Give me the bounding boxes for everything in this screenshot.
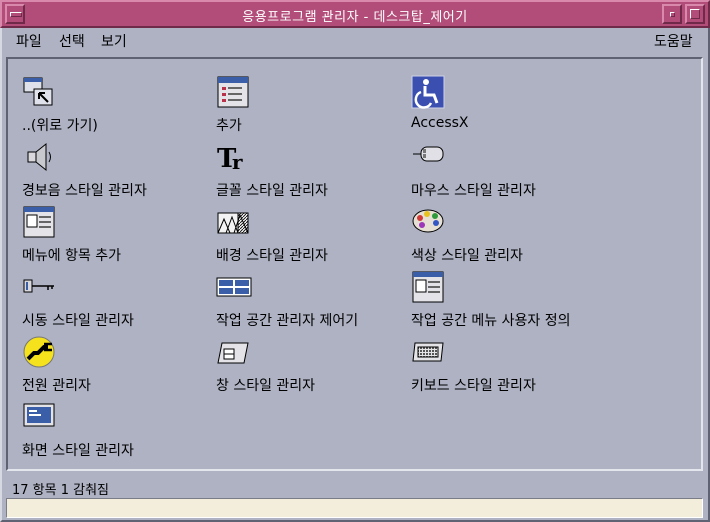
item-accessx[interactable]: AccessX (411, 75, 601, 135)
item-label: 작업 공간 관리자 제어기 (216, 313, 359, 329)
status-bar: 17 항목 1 감춰짐 (12, 483, 110, 498)
item-add-menu-entry[interactable]: 메뉴에 항목 추가 (22, 205, 212, 265)
backdrop-icon (217, 212, 249, 234)
item-backdrop-style[interactable]: 배경 스타일 관리자 (216, 205, 406, 265)
screen-icon (23, 403, 55, 427)
menu-help[interactable]: 도움말 (654, 31, 693, 51)
item-startup-style[interactable]: 시동 스타일 관리자 (22, 270, 212, 330)
workspace-menu-icon (412, 271, 444, 303)
key-icon (23, 279, 54, 293)
accessibility-icon (411, 75, 445, 109)
item-label: 화면 스타일 관리자 (22, 443, 134, 459)
menu-select[interactable]: 선택 (59, 31, 85, 51)
mouse-icon (413, 146, 444, 162)
item-label: 배경 스타일 관리자 (216, 248, 328, 264)
message-area (6, 498, 703, 518)
item-label: 글꼴 스타일 관리자 (216, 183, 328, 199)
font-icon: T r (217, 144, 243, 174)
workspace-icon (216, 277, 252, 297)
svg-text:r: r (232, 150, 243, 174)
add-icon (217, 76, 249, 108)
power-plug-icon (23, 336, 55, 368)
item-label: 마우스 스타일 관리자 (411, 183, 536, 199)
item-screen-style[interactable]: 화면 스타일 관리자 (22, 400, 212, 460)
item-window-style[interactable]: 창 스타일 관리자 (216, 335, 406, 395)
item-label: 전원 관리자 (22, 378, 91, 394)
item-customize-workspace-menu[interactable]: 작업 공간 메뉴 사용자 정의 (411, 270, 601, 330)
window-icon (217, 342, 249, 364)
item-label: 메뉴에 항목 추가 (22, 248, 122, 264)
maximize-button[interactable] (685, 4, 705, 24)
keyboard-icon (412, 342, 444, 362)
item-add[interactable]: 추가 (216, 75, 406, 135)
menu-bar: 파일 선택 보기 도움말 (0, 28, 710, 54)
item-label: 추가 (216, 118, 242, 134)
item-workspace-manager-controls[interactable]: 작업 공간 관리자 제어기 (216, 270, 406, 330)
menu-view[interactable]: 보기 (101, 31, 127, 51)
item-label: 작업 공간 메뉴 사용자 정의 (411, 313, 571, 329)
speaker-icon (27, 142, 51, 172)
window-menu-button[interactable] (5, 4, 25, 24)
item-power-manager[interactable]: 전원 관리자 (22, 335, 212, 395)
palette-icon (412, 209, 444, 233)
item-go-up[interactable]: ..(위로 가기) (22, 75, 212, 135)
item-label: AccessX (411, 115, 469, 131)
item-label: 창 스타일 관리자 (216, 378, 316, 394)
menu-add-icon (23, 206, 55, 238)
item-mouse-style[interactable]: 마우스 스타일 관리자 (411, 140, 601, 200)
item-font-style[interactable]: T r 글꼴 스타일 관리자 (216, 140, 406, 200)
item-beep-style[interactable]: 경보음 스타일 관리자 (22, 140, 212, 200)
go-up-icon (23, 77, 53, 106)
item-label: ..(위로 가기) (22, 118, 98, 134)
item-label: 경보음 스타일 관리자 (22, 183, 147, 199)
item-keyboard-style[interactable]: 키보드 스타일 관리자 (411, 335, 601, 395)
window-title: 응용프로그램 관리자 - 데스크탑_제어기 (242, 10, 468, 25)
title-bar[interactable]: 응용프로그램 관리자 - 데스크탑_제어기 (0, 0, 710, 28)
minimize-button[interactable] (662, 4, 682, 24)
item-label: 시동 스타일 관리자 (22, 313, 134, 329)
icon-view[interactable]: ..(위로 가기) 추가 AccessX 경보음 스타일 관리자 T r 글꼴 … (6, 57, 703, 471)
item-label: 키보드 스타일 관리자 (411, 378, 536, 394)
menu-file[interactable]: 파일 (16, 31, 42, 51)
item-color-style[interactable]: 색상 스타일 관리자 (411, 205, 601, 265)
item-label: 색상 스타일 관리자 (411, 248, 523, 264)
